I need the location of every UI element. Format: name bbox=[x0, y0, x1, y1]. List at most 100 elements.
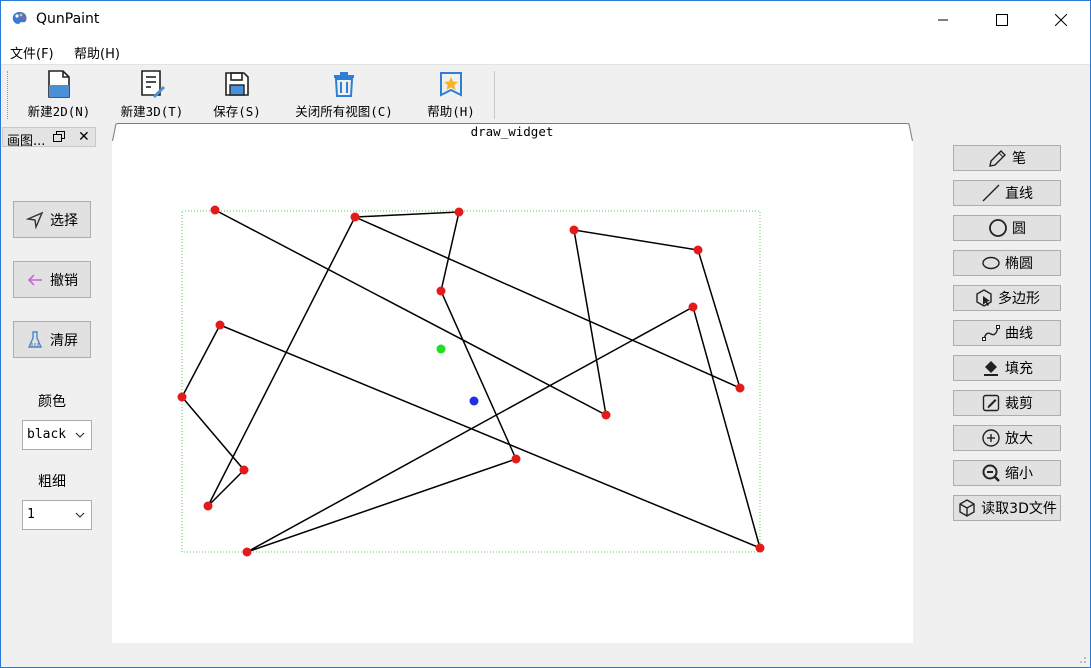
tool-curve-label: 曲线 bbox=[1005, 326, 1033, 342]
menu-help[interactable]: 帮助(H) bbox=[74, 43, 120, 62]
tool-zoom-in-label: 放大 bbox=[1005, 431, 1033, 447]
menu-file[interactable]: 文件(F) bbox=[10, 43, 54, 62]
color-select-value: black bbox=[27, 427, 67, 442]
vertex-point[interactable] bbox=[239, 465, 249, 475]
select-label: 选择 bbox=[50, 212, 78, 229]
close-button[interactable] bbox=[1032, 1, 1090, 38]
menu-bar: 文件(F) 帮助(H) bbox=[1, 38, 1090, 64]
pencil-icon bbox=[989, 150, 1006, 167]
vertex-point[interactable] bbox=[210, 205, 220, 215]
vertex-point[interactable] bbox=[350, 212, 360, 222]
chevron-down-icon bbox=[75, 432, 85, 438]
center-point-green[interactable] bbox=[436, 344, 446, 354]
tool-crop-button[interactable]: 裁剪 bbox=[953, 390, 1061, 416]
line-icon bbox=[982, 184, 1000, 202]
new-3d-document-icon bbox=[141, 70, 165, 98]
clear-screen-button[interactable]: 清屏 bbox=[13, 321, 91, 358]
save-button[interactable]: 保存(S) bbox=[209, 69, 265, 121]
width-select[interactable]: 1 bbox=[22, 500, 92, 530]
vertex-point[interactable] bbox=[569, 225, 579, 235]
float-window-icon[interactable] bbox=[53, 131, 65, 143]
tool-circle-button[interactable]: 圆 bbox=[953, 215, 1061, 241]
tool-circle-label: 圆 bbox=[1012, 221, 1026, 237]
tool-zoom-in-button[interactable]: 放大 bbox=[953, 425, 1061, 451]
width-label: 粗细 bbox=[38, 474, 66, 490]
dock-title-bar[interactable]: 画图... ✕ bbox=[2, 127, 96, 149]
tool-fill-button[interactable]: 填充 bbox=[953, 355, 1061, 381]
help-label: 帮助(H) bbox=[427, 104, 475, 119]
tool-zoom-out-label: 缩小 bbox=[1005, 466, 1033, 482]
vertex-point[interactable] bbox=[454, 207, 464, 217]
vertex-point[interactable] bbox=[755, 543, 765, 553]
fill-bucket-icon bbox=[984, 361, 998, 376]
save-disk-icon bbox=[225, 72, 249, 96]
close-all-views-label: 关闭所有视图(C) bbox=[295, 104, 393, 119]
tool-ellipse-button[interactable]: 椭圆 bbox=[953, 250, 1061, 276]
new-2d-document-icon bbox=[48, 70, 70, 98]
new-3d-button[interactable]: 新建3D(T) bbox=[116, 69, 188, 121]
drawing-surface[interactable] bbox=[112, 141, 913, 643]
toolbar-grip[interactable] bbox=[7, 71, 10, 119]
maximize-button[interactable] bbox=[973, 1, 1031, 38]
tool-polygon-button[interactable]: 多边形 bbox=[953, 285, 1061, 311]
color-select[interactable]: black bbox=[22, 420, 92, 450]
tool-pen-button[interactable]: 笔 bbox=[953, 145, 1061, 171]
zoom-out-icon bbox=[982, 464, 1000, 482]
selection-box bbox=[181, 210, 761, 553]
select-button[interactable]: 选择 bbox=[13, 201, 91, 238]
maximize-icon bbox=[996, 13, 1008, 26]
undo-button[interactable]: 撤销 bbox=[13, 261, 91, 298]
center-point-blue[interactable] bbox=[469, 396, 479, 406]
select-arrow-icon bbox=[26, 211, 44, 229]
trash-icon bbox=[334, 72, 354, 97]
tool-pen-label: 笔 bbox=[1012, 151, 1026, 167]
circle-icon bbox=[989, 219, 1007, 237]
minimize-button[interactable] bbox=[914, 1, 972, 38]
vertex-point[interactable] bbox=[242, 547, 252, 557]
curve-icon bbox=[982, 325, 1000, 341]
new-2d-label: 新建2D(N) bbox=[27, 104, 91, 119]
save-label: 保存(S) bbox=[213, 104, 261, 119]
tool-curve-button[interactable]: 曲线 bbox=[953, 320, 1061, 346]
vertex-point[interactable] bbox=[177, 392, 187, 402]
resize-grip-icon[interactable] bbox=[1077, 654, 1087, 664]
minimize-icon bbox=[938, 19, 948, 20]
title-bar: QunPaint bbox=[1, 1, 1090, 38]
tool-load-3d-label: 读取3D文件 bbox=[981, 501, 1057, 517]
toolbar-separator bbox=[494, 71, 495, 119]
vertex-point[interactable] bbox=[693, 245, 703, 255]
vertex-point[interactable] bbox=[688, 302, 698, 312]
vertex-point[interactable] bbox=[436, 286, 446, 296]
undo-label: 撤销 bbox=[50, 272, 78, 289]
polyline-shape[interactable] bbox=[181, 209, 762, 553]
vertex-point[interactable] bbox=[203, 501, 213, 511]
chevron-down-icon bbox=[75, 512, 85, 518]
help-star-icon bbox=[440, 72, 462, 97]
vertex-point[interactable] bbox=[735, 383, 745, 393]
vertex-point[interactable] bbox=[601, 410, 611, 420]
tool-zoom-out-button[interactable]: 缩小 bbox=[953, 460, 1061, 486]
tool-line-button[interactable]: 直线 bbox=[953, 180, 1061, 206]
close-all-views-button[interactable]: 关闭所有视图(C) bbox=[287, 69, 401, 121]
close-icon bbox=[1055, 13, 1067, 26]
zoom-in-icon bbox=[982, 429, 1000, 447]
dock-title: 画图... bbox=[7, 134, 46, 149]
clear-screen-label: 清屏 bbox=[50, 332, 78, 349]
tool-load-3d-button[interactable]: 读取3D文件 bbox=[953, 495, 1061, 521]
polygon-icon bbox=[976, 289, 992, 307]
draw-canvas[interactable] bbox=[112, 141, 913, 643]
window-title: QunPaint bbox=[36, 11, 100, 27]
draw-widget-tab[interactable]: draw_widget bbox=[112, 123, 913, 142]
ellipse-icon bbox=[982, 256, 1000, 270]
vertex-point[interactable] bbox=[511, 454, 521, 464]
tool-fill-label: 填充 bbox=[1005, 361, 1033, 377]
new-2d-button[interactable]: 新建2D(N) bbox=[23, 69, 95, 121]
vertex-point[interactable] bbox=[215, 320, 225, 330]
undo-arrow-icon bbox=[27, 273, 42, 286]
tool-crop-label: 裁剪 bbox=[1005, 396, 1033, 412]
dock-close-icon[interactable]: ✕ bbox=[78, 129, 90, 145]
app-window: QunPaint 文件(F) 帮助(H) 新建2D(N) 新建3D(T) 保存(… bbox=[0, 0, 1091, 668]
tool-ellipse-label: 椭圆 bbox=[1005, 256, 1033, 272]
help-button[interactable]: 帮助(H) bbox=[423, 69, 479, 121]
vertex-points bbox=[177, 205, 765, 557]
